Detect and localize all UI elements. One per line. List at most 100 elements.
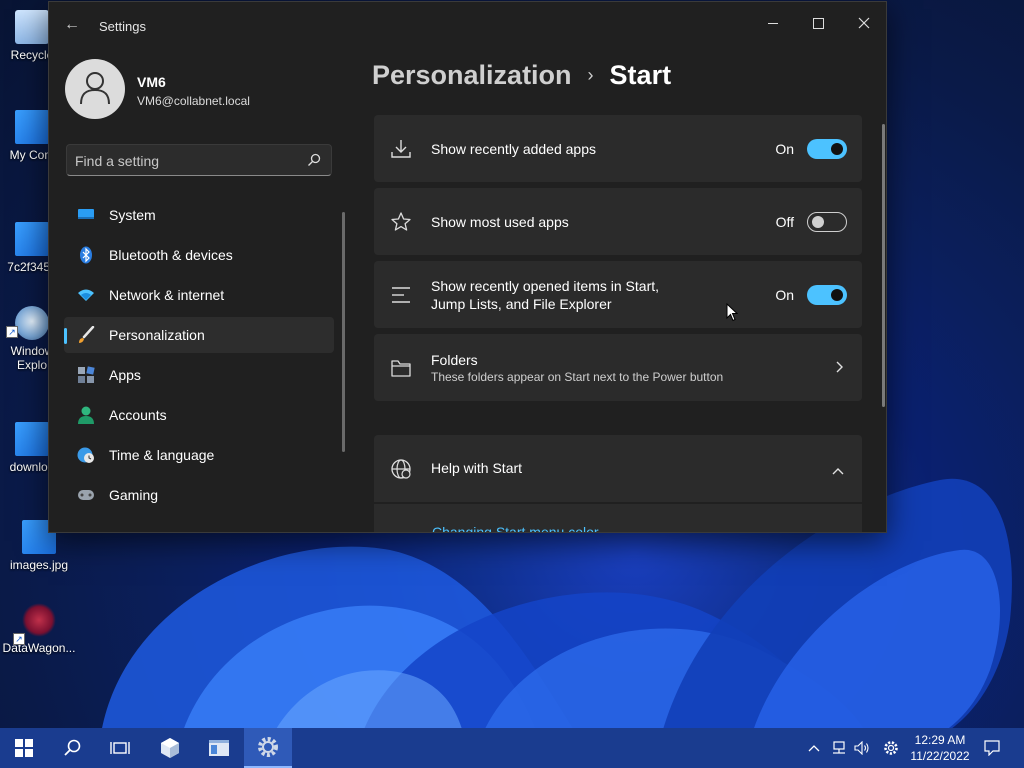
user-email: VM6@collabnet.local (137, 94, 250, 108)
taskbar-app-explorer[interactable] (195, 728, 243, 768)
monitor-icon (77, 206, 95, 224)
globe-help-icon (391, 459, 411, 479)
folders-description: These folders appear on Start next to th… (431, 369, 724, 384)
chevron-right-icon (836, 360, 844, 376)
chevron-up-icon (808, 745, 820, 752)
help-title: Help with Start (431, 460, 523, 476)
sidebar-item-label: Bluetooth & devices (109, 247, 233, 263)
taskbar-app-settings[interactable] (244, 728, 292, 768)
page-title: Start (609, 60, 672, 90)
setting-recently-added-apps: Show recently added apps On (374, 115, 862, 182)
sidebar-item-time-language[interactable]: Time & language (64, 437, 334, 473)
taskbar-app-virtualbox[interactable] (146, 728, 194, 768)
folders-title: Folders (431, 351, 478, 368)
list-icon (392, 286, 410, 303)
breadcrumb: Personalization › Start (372, 60, 671, 91)
sidebar-item-personalization[interactable]: Personalization (64, 317, 334, 353)
mouse-cursor-icon (726, 303, 738, 322)
setting-label: Show recently opened items in Start, Jum… (431, 277, 659, 313)
recently-opened-items-toggle[interactable] (807, 284, 847, 305)
sidebar-item-label: System (109, 207, 156, 223)
minimize-button[interactable] (750, 8, 796, 38)
download-icon (391, 139, 411, 158)
start-button[interactable] (0, 728, 48, 768)
gamepad-icon (77, 486, 95, 504)
search-box[interactable] (66, 144, 332, 176)
desktop-icon-label: DataWagon... (2, 641, 76, 655)
help-content: Changing Start menu color (374, 504, 862, 532)
bluetooth-icon (77, 246, 95, 264)
task-view-button[interactable] (96, 728, 144, 768)
toggle-state-label: Off (775, 213, 794, 230)
shortcut-arrow-icon: ↗ (13, 633, 25, 645)
sidebar-item-bluetooth[interactable]: Bluetooth & devices (64, 237, 334, 273)
sidebar-item-network[interactable]: Network & internet (64, 277, 334, 313)
wifi-icon (77, 286, 95, 304)
toggle-knob (812, 215, 824, 228)
sidebar-nav: System Bluetooth & devices Network & int… (64, 197, 334, 517)
setting-recently-opened-items: Show recently opened items in Start, Jum… (374, 261, 862, 328)
help-with-start-header[interactable]: Help with Start (374, 435, 862, 502)
taskbar-search-button[interactable] (48, 728, 96, 768)
computer-icon (15, 110, 49, 144)
setting-label-line-1: Show recently opened items in Start, (431, 277, 660, 294)
back-arrow-icon[interactable]: ← (61, 14, 83, 36)
sidebar-item-label: Time & language (109, 447, 215, 463)
file-icon (15, 222, 49, 256)
sidebar-item-label: Gaming (109, 487, 159, 503)
maximize-button[interactable] (795, 8, 841, 38)
chevron-up-icon[interactable] (832, 462, 844, 480)
close-button[interactable] (841, 8, 886, 38)
sidebar-item-label: Apps (109, 367, 141, 383)
breadcrumb-separator: › (587, 65, 594, 85)
magnifier-app-icon (15, 306, 49, 340)
taskbar: 12:29 AM 11/22/2022 (0, 728, 1024, 768)
title-bar[interactable]: ← Settings (49, 2, 886, 48)
star-icon (391, 211, 411, 231)
sidebar-item-gaming[interactable]: Gaming (64, 477, 334, 513)
taskbar-clock[interactable]: 12:29 AM 11/22/2022 (905, 732, 975, 764)
globe-clock-icon (77, 446, 95, 464)
sidebar-scrollbar[interactable] (342, 212, 345, 452)
desktop-icon-datawagon[interactable]: ↗ DataWagon... (0, 603, 79, 655)
maximize-icon (812, 17, 824, 29)
help-link-start-menu-color[interactable]: Changing Start menu color (432, 524, 599, 532)
sidebar-item-label: Network & internet (109, 287, 225, 303)
windows-logo-icon (15, 739, 33, 757)
sidebar-item-system[interactable]: System (64, 197, 334, 233)
recently-added-apps-toggle[interactable] (807, 138, 847, 159)
setting-label: Show most used apps (431, 213, 569, 230)
setting-folders[interactable]: Folders These folders appear on Start ne… (374, 334, 862, 401)
setting-label-line-2: Jump Lists, and File Explorer (431, 295, 612, 312)
setting-label: Folders These folders appear on Start ne… (431, 351, 723, 385)
user-name: VM6 (137, 74, 166, 90)
sidebar-item-label: Personalization (109, 327, 205, 343)
content-scrollbar[interactable] (882, 124, 885, 407)
network-icon (833, 741, 845, 754)
search-icon (64, 739, 81, 756)
settings-window: ← Settings VM6 VM6@collabnet.local Find … (48, 1, 887, 533)
network-tray-icon[interactable] (829, 728, 849, 768)
sidebar-item-apps[interactable]: Apps (64, 357, 334, 393)
sidebar-item-accounts[interactable]: Accounts (64, 397, 334, 433)
toggle-knob (831, 142, 843, 155)
file-icon (15, 422, 49, 456)
toggle-knob (831, 288, 843, 301)
volume-tray-icon[interactable] (852, 728, 872, 768)
minimize-icon (767, 22, 778, 24)
cube-app-icon (161, 738, 179, 758)
person-icon (77, 406, 95, 424)
notifications-button[interactable] (980, 728, 1004, 768)
settings-tray-icon[interactable] (880, 728, 902, 768)
toggle-state-label: On (775, 286, 794, 303)
setting-label: Show recently added apps (431, 140, 596, 157)
avatar[interactable] (65, 59, 125, 119)
breadcrumb-parent[interactable]: Personalization (372, 60, 572, 91)
search-input[interactable] (75, 151, 295, 171)
show-hidden-icons-chevron[interactable] (806, 728, 822, 768)
search-icon[interactable] (307, 153, 321, 167)
window-app-icon (209, 740, 229, 756)
most-used-apps-toggle[interactable] (807, 211, 847, 232)
desktop-icon-label: images.jpg (9, 558, 69, 572)
recycle-bin-icon (15, 10, 49, 44)
